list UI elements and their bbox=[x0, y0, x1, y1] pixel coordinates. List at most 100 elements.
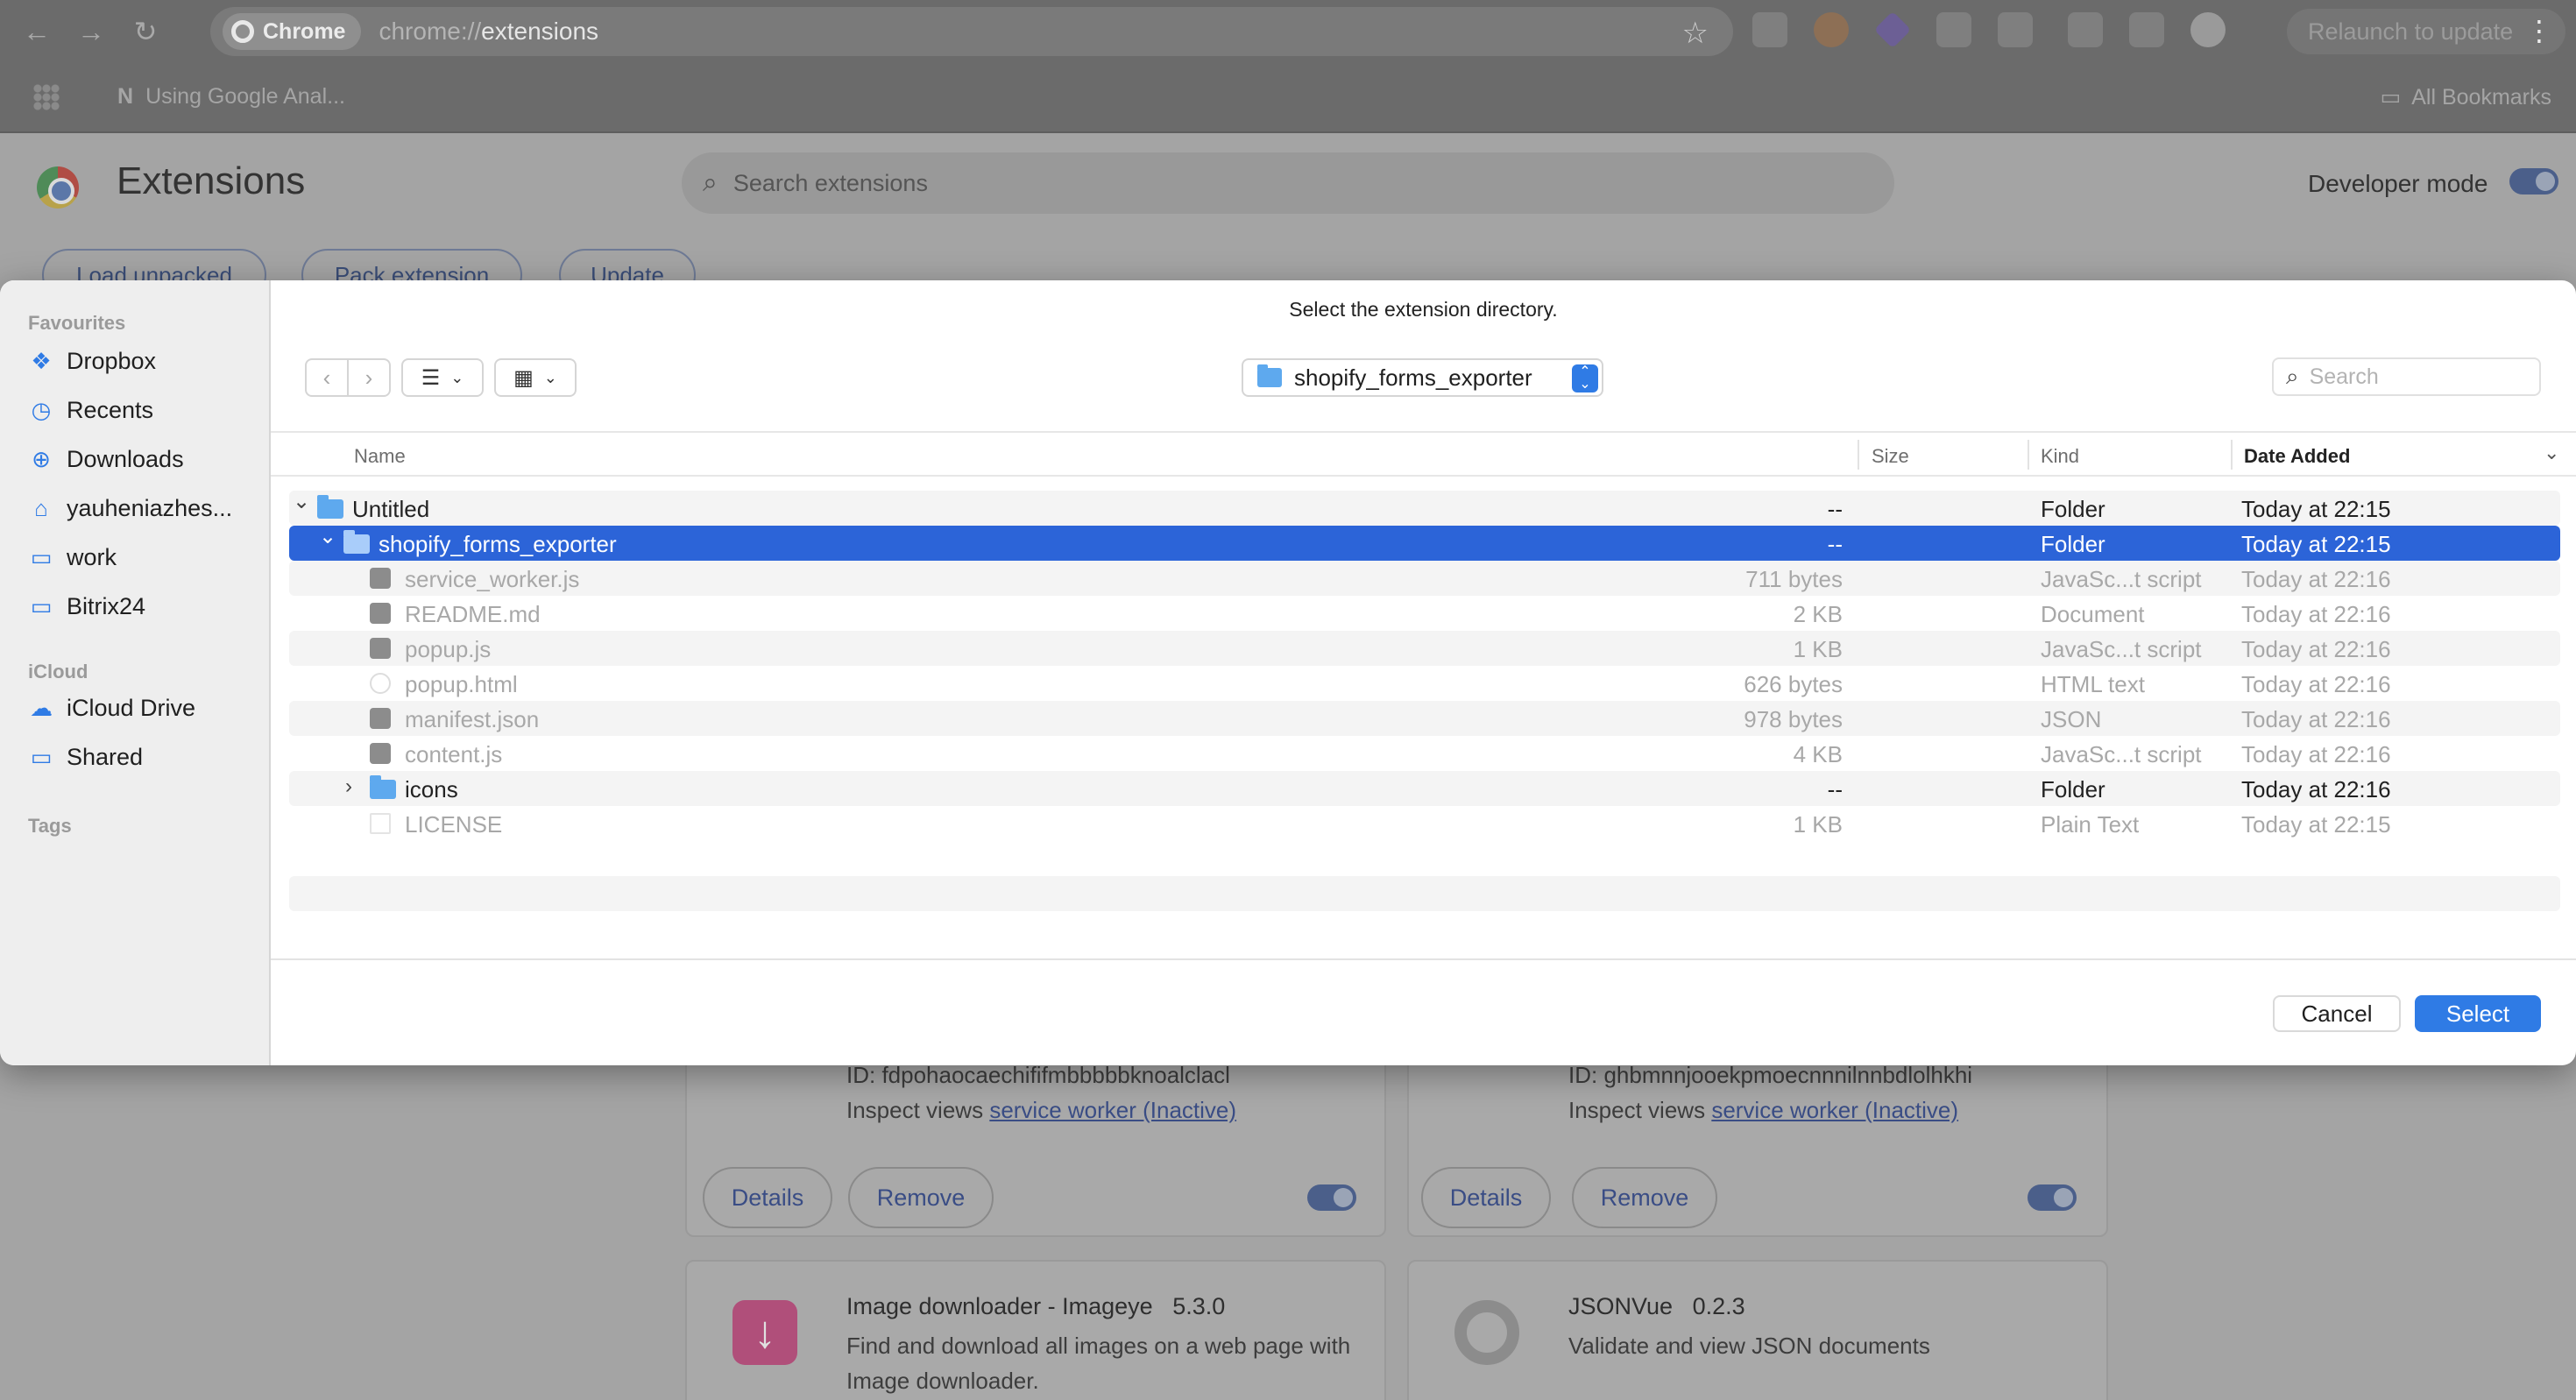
camera-extension-icon[interactable] bbox=[1752, 12, 1787, 47]
notion-icon: N bbox=[117, 84, 134, 109]
tags-heading: Tags bbox=[28, 815, 72, 837]
back-icon[interactable]: ‹ bbox=[307, 360, 347, 395]
column-size[interactable]: Size bbox=[1872, 445, 1909, 468]
file-date-added: Today at 22:16 bbox=[2241, 706, 2391, 732]
extension-card: JSONVue 0.2.3 Validate and view JSON doc… bbox=[1407, 1260, 2108, 1400]
file-row[interactable]: service_worker.js 711 bytes JavaSc...t scr… bbox=[289, 561, 2560, 596]
select-button[interactable]: Select bbox=[2415, 995, 2541, 1032]
list-view-button[interactable]: ☰ ⌄ bbox=[401, 358, 484, 397]
home-icon: ⌂ bbox=[34, 494, 48, 521]
file-kind: HTML text bbox=[2041, 671, 2145, 697]
address-bar[interactable]: Chrome chrome://extensions ☆ bbox=[210, 7, 1733, 56]
sidebar-item-label: Dropbox bbox=[67, 347, 157, 374]
file-date-added: Today at 22:16 bbox=[2241, 776, 2391, 803]
developer-mode-toggle[interactable] bbox=[2509, 168, 2558, 194]
reading-list-icon[interactable] bbox=[2129, 12, 2164, 47]
column-kind[interactable]: Kind bbox=[2041, 445, 2079, 468]
remove-button[interactable]: Remove bbox=[1572, 1167, 1717, 1228]
file-name: popup.html bbox=[405, 671, 518, 697]
service-worker-link[interactable]: service worker (Inactive) bbox=[989, 1097, 1236, 1123]
forward-icon[interactable]: → bbox=[74, 14, 109, 49]
empty-row bbox=[289, 876, 2560, 911]
file-row[interactable]: ⌄ shopify_forms_exporter -- Folder Today at … bbox=[289, 524, 2560, 561]
extension-icon[interactable] bbox=[1814, 12, 1849, 47]
file-icon bbox=[370, 638, 391, 659]
column-header: Name Size Kind Date Added ⌄ bbox=[271, 431, 2576, 477]
chrome-logo-icon bbox=[37, 166, 79, 209]
file-row[interactable]: LICENSE 1 KB Plain Text Today at 22:15 bbox=[289, 806, 2560, 841]
avatar[interactable] bbox=[2190, 12, 2226, 47]
file-row[interactable]: manifest.json 978 bytes JSON Today at 22:16 bbox=[289, 701, 2560, 736]
file-date-added: Today at 22:16 bbox=[2241, 601, 2391, 627]
dialog-search-input[interactable]: ⌕ Search bbox=[2272, 357, 2541, 396]
sidebar-item-label: work bbox=[67, 543, 117, 570]
url-scheme: chrome:// bbox=[379, 18, 482, 45]
sidebar-item-home[interactable]: ⌂ yauheniazhes... bbox=[28, 491, 232, 526]
chevron-right-icon[interactable]: › bbox=[345, 774, 352, 799]
search-extensions-input[interactable]: ⌕ Search extensions bbox=[682, 152, 1894, 214]
extension-enabled-toggle[interactable] bbox=[1307, 1184, 1356, 1211]
file-size: 4 KB bbox=[1793, 741, 1843, 767]
site-chip-label: Chrome bbox=[263, 18, 346, 44]
sidebar-item-shared[interactable]: ▭ Shared bbox=[28, 739, 143, 774]
file-chooser-dialog: Favourites ❖ Dropbox ◷ Recents ⊕ Downloa… bbox=[0, 280, 2576, 1065]
file-kind: Folder bbox=[2041, 496, 2105, 522]
reload-icon[interactable]: ↻ bbox=[128, 14, 163, 49]
service-worker-link[interactable]: service worker (Inactive) bbox=[1711, 1097, 1958, 1123]
inspect-label: Inspect views bbox=[846, 1097, 984, 1123]
remove-button[interactable]: Remove bbox=[848, 1167, 994, 1228]
chevron-down-icon[interactable]: ⌄ bbox=[319, 524, 336, 549]
file-row[interactable]: popup.js 1 KB JavaSc...t script Today at 22… bbox=[289, 631, 2560, 666]
sort-chevron-icon[interactable]: ⌄ bbox=[2544, 442, 2559, 464]
file-row[interactable]: README.md 2 KB Document Today at 22:16 bbox=[289, 596, 2560, 631]
file-date-added: Today at 22:15 bbox=[2241, 811, 2391, 838]
download-icon: ⊕ bbox=[32, 445, 51, 472]
file-row[interactable]: ⌄ Untitled -- Folder Today at 22:15 bbox=[289, 489, 2560, 526]
column-divider bbox=[1858, 440, 1859, 470]
bookmark-star-icon[interactable]: ☆ bbox=[1682, 16, 1709, 51]
menu-icon[interactable]: ⋮ bbox=[2525, 14, 2553, 47]
extension-enabled-toggle[interactable] bbox=[2028, 1184, 2077, 1211]
sidebar-item-bitrix24[interactable]: ▭ Bitrix24 bbox=[28, 589, 145, 624]
sidebar-item-dropbox[interactable]: ❖ Dropbox bbox=[28, 343, 156, 378]
file-size: 1 KB bbox=[1793, 636, 1843, 662]
sidebar-item-icloud-drive[interactable]: ☁ iCloud Drive bbox=[28, 690, 195, 725]
sidebar-item-recents[interactable]: ◷ Recents bbox=[28, 392, 153, 428]
relaunch-button[interactable]: Relaunch to update ⋮ bbox=[2287, 9, 2565, 54]
file-kind: JavaSc...t script bbox=[2041, 566, 2202, 592]
apps-icon[interactable] bbox=[33, 84, 60, 110]
cancel-button[interactable]: Cancel bbox=[2273, 995, 2401, 1032]
extension-icon[interactable] bbox=[1936, 12, 1971, 47]
file-row[interactable]: popup.html 626 bytes HTML text Today at 22:… bbox=[289, 666, 2560, 701]
file-size: 2 KB bbox=[1793, 601, 1843, 627]
bookmark-item[interactable]: N Using Google Anal... bbox=[117, 84, 345, 110]
footer-divider bbox=[271, 958, 2576, 960]
file-row[interactable]: content.js 4 KB JavaSc...t script Today at … bbox=[289, 736, 2560, 771]
url-text[interactable]: chrome://extensions bbox=[379, 18, 598, 46]
chevron-down-icon[interactable]: ⌄ bbox=[293, 489, 310, 514]
download-icon[interactable] bbox=[2068, 12, 2103, 47]
file-size: 711 bytes bbox=[1745, 566, 1843, 592]
sidebar-item-downloads[interactable]: ⊕ Downloads bbox=[28, 442, 183, 477]
file-name: Untitled bbox=[352, 496, 430, 522]
file-date-added: Today at 22:16 bbox=[2241, 566, 2391, 592]
column-date-added[interactable]: Date Added bbox=[2244, 445, 2350, 468]
extension-name: JSONVue 0.2.3 bbox=[1568, 1293, 1745, 1320]
site-chip[interactable]: Chrome bbox=[223, 13, 362, 50]
back-icon[interactable]: ← bbox=[19, 14, 54, 49]
sidebar-item-work[interactable]: ▭ work bbox=[28, 540, 117, 575]
column-name[interactable]: Name bbox=[354, 445, 406, 468]
details-button[interactable]: Details bbox=[703, 1167, 832, 1228]
file-row[interactable]: › icons -- Folder Today at 22:16 bbox=[289, 771, 2560, 806]
file-date-added: Today at 22:15 bbox=[2241, 496, 2391, 522]
puzzle-icon[interactable] bbox=[1998, 12, 2033, 47]
location-popup[interactable]: shopify_forms_exporter ⌃ ⌄ bbox=[1242, 358, 1603, 397]
extension-icon[interactable] bbox=[1873, 11, 1912, 49]
extension-title: Image downloader - Imageye bbox=[846, 1293, 1153, 1319]
column-divider bbox=[2028, 440, 2029, 470]
details-button[interactable]: Details bbox=[1421, 1167, 1551, 1228]
forward-icon[interactable]: › bbox=[347, 360, 389, 395]
all-bookmarks[interactable]: ▭ All Bookmarks bbox=[2381, 84, 2551, 110]
group-view-button[interactable]: ▦ ⌄ bbox=[494, 358, 577, 397]
html-file-icon bbox=[370, 673, 391, 694]
